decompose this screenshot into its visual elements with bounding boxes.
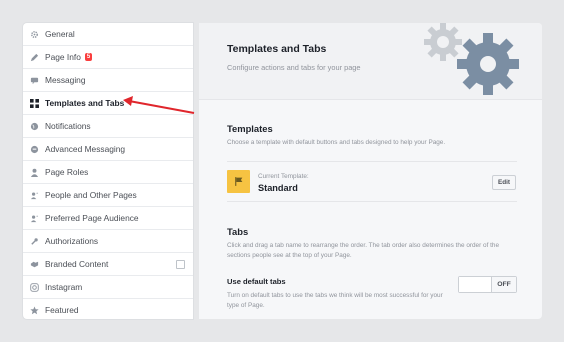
sidebar-item-featured[interactable]: Featured — [23, 299, 193, 319]
chat-bubble-icon — [30, 145, 39, 154]
instagram-icon — [30, 282, 39, 292]
person-icon — [30, 168, 39, 177]
gear-illustration-icon — [457, 33, 519, 95]
sidebar-item-instagram[interactable]: Instagram — [23, 276, 193, 299]
sidebar-item-label: Advanced Messaging — [45, 144, 126, 154]
use-default-tabs-description: Turn on default tabs to use the tabs we … — [227, 292, 443, 309]
sidebar-item-label: Featured — [45, 305, 79, 315]
sidebar-item-label: Preferred Page Audience — [45, 213, 139, 223]
sidebar-item-page-roles[interactable]: Page Roles — [23, 161, 193, 184]
sidebar-item-page-info[interactable]: Page Info 5 — [23, 46, 193, 69]
wrench-icon — [30, 237, 39, 246]
sidebar-item-label: Page Info — [45, 52, 81, 62]
sidebar-item-authorizations[interactable]: Authorizations — [23, 230, 193, 253]
sidebar-item-people-and-other-pages[interactable]: People and Other Pages — [23, 184, 193, 207]
grid-icon — [30, 98, 39, 108]
handshake-icon — [30, 260, 39, 269]
sidebar-item-messaging[interactable]: Messaging — [23, 69, 193, 92]
template-flag-icon — [227, 170, 250, 193]
notification-badge: 5 — [84, 53, 93, 61]
toggle-state-label: OFF — [492, 277, 516, 292]
sidebar-item-label: Messaging — [45, 75, 86, 85]
page-subtitle: Configure actions and tabs for your page — [227, 63, 361, 72]
sidebar-item-label: Authorizations — [45, 236, 99, 246]
templates-section-description: Choose a template with default buttons a… — [227, 139, 446, 146]
sidebar-item-preferred-page-audience[interactable]: Preferred Page Audience — [23, 207, 193, 230]
use-default-tabs-title: Use default tabs — [227, 277, 286, 286]
tabs-section-description: Click and drag a tab name to rearrange t… — [227, 242, 499, 259]
settings-sidebar: General Page Info 5 Messaging Templates … — [23, 23, 193, 319]
gear-icon — [30, 30, 39, 39]
sidebar-item-label: Branded Content — [45, 259, 109, 269]
sidebar-item-label: Instagram — [45, 282, 83, 292]
star-icon — [30, 305, 39, 315]
tabs-section-title: Tabs — [227, 226, 249, 237]
divider — [227, 201, 517, 202]
current-template-label: Current Template: — [258, 173, 309, 180]
sidebar-item-label: Notifications — [45, 121, 91, 131]
people-icon — [30, 214, 39, 223]
edit-template-button[interactable]: Edit — [492, 175, 516, 190]
sidebar-item-advanced-messaging[interactable]: Advanced Messaging — [23, 138, 193, 161]
sidebar-item-branded-content[interactable]: Branded Content — [23, 253, 193, 276]
people-icon — [30, 191, 39, 200]
use-default-tabs-toggle[interactable]: OFF — [458, 276, 517, 293]
sidebar-item-label: Page Roles — [45, 167, 89, 177]
page-title: Templates and Tabs — [227, 43, 327, 55]
sidebar-item-label: General — [45, 29, 75, 39]
current-template-value: Standard — [258, 183, 298, 193]
external-link-icon — [176, 260, 185, 269]
sidebar-item-notifications[interactable]: Notifications — [23, 115, 193, 138]
sidebar-item-label: People and Other Pages — [45, 190, 137, 200]
toggle-knob — [459, 277, 492, 292]
chat-icon — [30, 76, 39, 85]
divider — [227, 161, 517, 162]
pencil-icon — [30, 53, 39, 62]
templates-section-title: Templates — [227, 123, 273, 134]
globe-icon — [30, 122, 39, 131]
sidebar-item-templates-and-tabs[interactable]: Templates and Tabs — [23, 92, 193, 115]
page-header: Templates and Tabs Configure actions and… — [199, 23, 542, 100]
templates-and-tabs-panel: Templates and Tabs Configure actions and… — [199, 23, 542, 319]
sidebar-item-label: Templates and Tabs — [45, 98, 125, 108]
sidebar-item-general[interactable]: General — [23, 23, 193, 46]
